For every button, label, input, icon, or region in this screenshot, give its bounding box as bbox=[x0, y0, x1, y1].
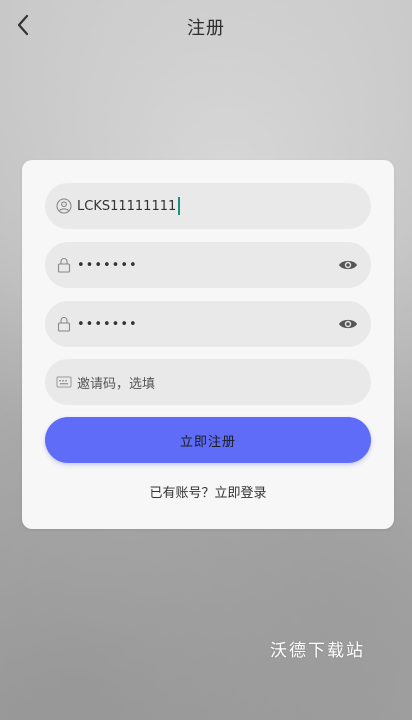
username-value: LCKS11111111 bbox=[77, 198, 177, 214]
login-link[interactable]: 已有账号？立即登录 bbox=[22, 482, 394, 501]
username-field[interactable]: LCKS11111111 bbox=[45, 183, 371, 229]
top-bar: 注册 bbox=[0, 0, 412, 52]
password-field[interactable]: ••••••• bbox=[45, 242, 371, 288]
user-icon bbox=[55, 197, 73, 215]
lock-icon bbox=[55, 315, 73, 333]
keyboard-icon bbox=[55, 373, 73, 391]
invite-code-placeholder: 邀请码，选填 bbox=[77, 376, 156, 392]
register-button-label: 立即注册 bbox=[179, 434, 236, 450]
password-value: ••••••• bbox=[77, 257, 138, 273]
register-button[interactable]: 立即注册 bbox=[45, 417, 371, 463]
invite-code-field[interactable]: 邀请码，选填 bbox=[45, 359, 371, 405]
text-cursor bbox=[178, 197, 181, 215]
page-title: 注册 bbox=[187, 18, 225, 39]
confirm-password-field[interactable]: ••••••• bbox=[45, 301, 371, 347]
eye-icon[interactable] bbox=[337, 313, 359, 335]
register-card: LCKS11111111 ••••••• ••••••• 邀请码，选填 立即注册… bbox=[22, 160, 394, 529]
confirm-password-value: ••••••• bbox=[77, 316, 138, 332]
watermark-text: 沃德下载站 bbox=[270, 641, 365, 661]
eye-icon[interactable] bbox=[337, 254, 359, 276]
lock-icon bbox=[55, 256, 73, 274]
